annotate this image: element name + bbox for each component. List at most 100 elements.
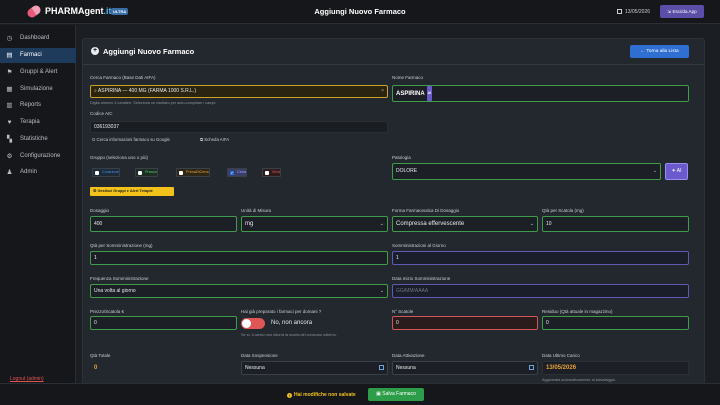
toggle-knob: [242, 319, 251, 328]
checkbox[interactable]: [95, 170, 99, 175]
calendar-icon: [379, 365, 384, 370]
checkbox[interactable]: [265, 170, 269, 175]
current-date: 13/05/2026: [617, 9, 650, 15]
pathology-value: DOLORE: [396, 168, 418, 174]
checkbox-checked[interactable]: ✓: [230, 170, 234, 175]
sidebar-item-admin[interactable]: ♟ Admin: [0, 165, 76, 180]
save-drug-button[interactable]: ▣ Salva Farmaco: [368, 388, 424, 401]
group-chip-pranzo[interactable]: Pranzo: [135, 168, 159, 177]
drug-name-value: ASPIRINA: [396, 91, 425, 97]
exit-app-button[interactable]: ⇲ Esci/da App: [660, 5, 704, 18]
dashboard-icon: ◷: [6, 35, 13, 42]
brand-main: PHARMAgent: [45, 6, 104, 16]
group-chip-label: Sera: [272, 170, 281, 174]
search-drug-label: Cerca Farmaco (Base Dati AIFA): [90, 75, 156, 80]
sidebar-item-reports[interactable]: ▥ Reports: [0, 98, 76, 113]
activation-date-value: Nessuna: [396, 365, 416, 371]
group-chip-cena[interactable]: ✓ Cena: [227, 168, 248, 177]
price-label: Prezzo/Scatola €: [90, 309, 125, 314]
unit-label: Unità di Misura: [241, 208, 272, 213]
clear-icon[interactable]: ×: [381, 86, 384, 97]
unit-select[interactable]: mg ⌄: [241, 216, 388, 232]
logout-link[interactable]: Logout (admin): [10, 376, 44, 382]
calendar-icon: [617, 9, 622, 14]
ai-suggest-button[interactable]: ✦ AI: [665, 163, 688, 180]
sidebar-item-label: Dashboard: [20, 35, 50, 41]
pathology-label: Patologia: [392, 155, 411, 160]
back-to-list-button[interactable]: ← Torna alla Lista: [630, 45, 689, 58]
manage-groups-label: Gestisci Gruppi e Alert Terapie: [97, 189, 153, 193]
bottom-action-bar: ! Hai modifiche non salvate ▣ Salva Farma…: [0, 383, 720, 405]
checkbox[interactable]: [179, 170, 183, 175]
prepared-label: Hai già preparato i farmaci per domani ?: [241, 309, 322, 314]
aic-code-input[interactable]: 036193037: [90, 121, 388, 133]
group-chip-colazione[interactable]: Colazione: [92, 168, 120, 177]
activation-date-input[interactable]: Nessuna: [392, 361, 538, 375]
pill-logo-icon: [25, 3, 43, 20]
reports-icon: ▥: [6, 102, 13, 109]
start-date-placeholder: GG/MM/AAAA: [396, 288, 429, 294]
sidebar-item-configurazione[interactable]: ⚙ Configurazione: [0, 149, 76, 164]
group-chip-sera[interactable]: Sera: [262, 168, 282, 177]
last-load-date-label: Data Ultimo Carico: [542, 353, 580, 358]
search-drug-input[interactable]: ⌕ ASPIRINA — 400 MG (FARMA 1000 S.R.L.) ×: [90, 85, 388, 98]
unsaved-text: Hai modifiche non salvate: [294, 392, 356, 398]
qty-per-box-input[interactable]: 10: [542, 216, 689, 232]
admin-icon: ♟: [6, 169, 13, 176]
total-qty-label: Qtà Totale: [90, 353, 111, 358]
suspension-date-label: Data Sospensione: [241, 353, 278, 358]
drug-name-input[interactable]: ASPIRINA AI: [392, 85, 689, 102]
manage-groups-button[interactable]: ⚙ Gestisci Gruppi e Alert Terapie: [90, 187, 174, 196]
sidebar-item-dashboard[interactable]: ◷ Dashboard: [0, 31, 76, 46]
start-date-input[interactable]: GG/MM/AAAA: [392, 284, 689, 298]
unsaved-changes-notice: ! Hai modifiche non salvate: [287, 392, 356, 398]
qty-per-dose-input[interactable]: 1: [90, 251, 388, 265]
prepared-toggle[interactable]: [241, 318, 265, 329]
date-text: 13/05/2026: [625, 9, 651, 15]
doses-per-day-input[interactable]: 1: [392, 251, 689, 265]
dosage-input[interactable]: 400: [90, 216, 237, 232]
pathology-select[interactable]: DOLORE ⌄: [392, 163, 661, 180]
sidebar-item-label: Reports: [20, 102, 42, 108]
group-chip-label: Pranzo: [145, 170, 158, 174]
brand-name[interactable]: PHARMAgent.it: [45, 6, 112, 16]
search-drug-value: ASPIRINA — 400 MG (FARMA 1000 S.R.L.): [97, 88, 197, 94]
card-title: Aggiungi Nuovo Farmaco: [103, 47, 195, 56]
qty-per-box-label: Qtà per Scatola (mg): [542, 208, 584, 213]
boxes-input[interactable]: 0: [392, 316, 538, 330]
therapy-icon: ♥: [7, 119, 12, 126]
last-load-date-input: 13/05/2026: [542, 361, 689, 375]
chevron-down-icon: ⌄: [529, 221, 534, 227]
sidebar-item-statistiche[interactable]: ▚ Statistiche: [0, 132, 76, 147]
save-label: Salva Farmaco: [382, 391, 416, 397]
card-divider: [83, 64, 704, 65]
group-chip-primadicena[interactable]: PrimaDiCena: [176, 168, 210, 177]
residual-label: Residuo (Qtà attuale in magazzino): [542, 309, 613, 314]
dosage-label: Dosaggio: [90, 208, 110, 213]
sidebar-item-farmaci[interactable]: ▤ Farmaci: [0, 48, 76, 63]
sidebar-item-gruppi[interactable]: ⚑ Gruppi & Alert: [0, 65, 76, 80]
group-label: Gruppo (seleziona uno o più): [90, 155, 149, 160]
residual-input[interactable]: 0: [542, 316, 689, 330]
unit-value: mg: [245, 221, 254, 227]
aifa-sheet-link[interactable]: ⧉ Scheda AIFA: [200, 137, 229, 142]
google-search-link[interactable]: G Cerca informazioni farmaco su Google: [92, 137, 170, 142]
sidebar-item-simulazione[interactable]: ▦ Simulazione: [0, 82, 76, 97]
frequency-value: Una volta al giorno: [94, 288, 136, 294]
warning-icon: !: [287, 392, 292, 398]
pharma-form-select[interactable]: Compressa effervescente ⌄: [392, 216, 538, 232]
suspension-date-input[interactable]: Nessuna: [241, 361, 388, 375]
group-chip-label: PrimaDiCena: [186, 170, 209, 174]
chevron-down-icon: ⌄: [652, 168, 657, 174]
group-chip-label: Cena: [237, 170, 247, 174]
sidebar-item-terapia[interactable]: ♥ Terapia: [0, 115, 76, 130]
drug-name-label: Nome Farmaco: [392, 75, 424, 80]
price-input[interactable]: 0: [90, 316, 237, 330]
suspension-date-value: Nessuna: [245, 365, 265, 371]
form-label: Forma Farmaceutica Di Dosaggio: [392, 208, 460, 213]
frequency-select[interactable]: Una volta al giorno ⌄: [90, 284, 388, 298]
doses-per-day-label: Somministrazioni al Giorno: [392, 243, 446, 248]
stats-icon: ▚: [7, 136, 12, 143]
sidebar-item-label: Admin: [20, 169, 38, 175]
checkbox[interactable]: [138, 170, 142, 175]
